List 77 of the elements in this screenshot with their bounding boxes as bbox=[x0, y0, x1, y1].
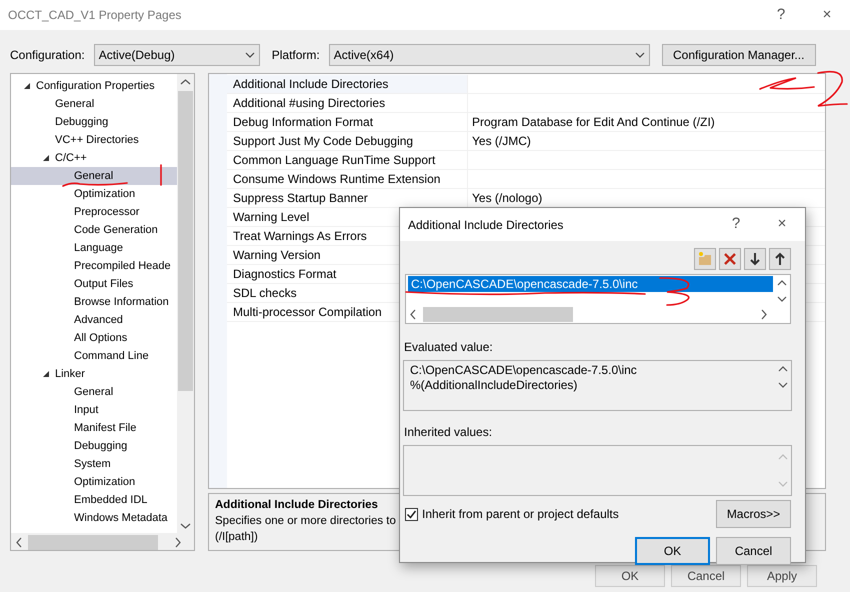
ok-button[interactable]: OK bbox=[635, 537, 710, 565]
delete-button[interactable] bbox=[719, 248, 741, 270]
tree-item[interactable]: Manifest File bbox=[11, 419, 177, 437]
property-name[interactable]: Additional Include Directories bbox=[227, 75, 467, 93]
tree-item[interactable]: Language bbox=[11, 239, 177, 257]
property-value[interactable]: Program Database for Edit And Continue (/ZI) bbox=[472, 115, 715, 129]
tree-item[interactable]: Preprocessor bbox=[11, 203, 177, 221]
configuration-manager-button[interactable]: Configuration Manager... bbox=[662, 44, 816, 66]
platform-dropdown[interactable]: Active(x64) bbox=[328, 44, 650, 66]
description-text: Specifies one or more directories to bbox=[215, 514, 396, 529]
property-name[interactable]: Additional #using Directories bbox=[227, 94, 467, 112]
tree-item[interactable]: Input bbox=[11, 401, 177, 419]
cancel-button[interactable]: Cancel bbox=[716, 537, 791, 565]
inherited-label: Inherited values: bbox=[404, 424, 494, 441]
configuration-label: Configuration: bbox=[10, 47, 85, 64]
tree-item[interactable]: Code Generation bbox=[11, 221, 177, 239]
tree-item[interactable]: General bbox=[11, 167, 177, 185]
move-down-button[interactable] bbox=[744, 248, 766, 270]
close-button[interactable]: × bbox=[804, 2, 850, 28]
evaluated-text: C:\OpenCASCADE\opencascade-7.5.0\inc bbox=[410, 363, 638, 378]
annotation-scribble bbox=[158, 164, 164, 186]
property-value[interactable]: Yes (/JMC) bbox=[472, 134, 531, 148]
tree-item[interactable]: Embedded IDL bbox=[11, 491, 177, 509]
configuration-dropdown[interactable]: Active(Debug) bbox=[94, 44, 260, 66]
window-title: OCCT_CAD_V1 Property Pages bbox=[8, 7, 182, 24]
expand-triangle-icon bbox=[42, 370, 50, 378]
property-name[interactable]: Support Just My Code Debugging bbox=[227, 132, 467, 150]
horizontal-scrollbar[interactable] bbox=[11, 533, 194, 550]
description-text: (/I[path]) bbox=[215, 530, 258, 545]
tree-item[interactable]: General bbox=[11, 383, 177, 401]
tree-item[interactable]: Output Files bbox=[11, 275, 177, 293]
property-name[interactable]: Debug Information Format bbox=[227, 113, 467, 131]
help-button[interactable]: ? bbox=[713, 212, 759, 237]
help-button[interactable]: ? bbox=[758, 2, 804, 28]
tree-item[interactable]: Browse Information bbox=[11, 293, 177, 311]
directory-list[interactable]: C:\OpenCASCADE\opencascade-7.5.0\inc bbox=[405, 274, 791, 324]
tree-item[interactable]: C/C++ bbox=[11, 149, 177, 167]
move-up-button[interactable] bbox=[769, 248, 791, 270]
cancel-button[interactable]: Cancel bbox=[671, 565, 741, 587]
tree-item[interactable]: VC++ Directories bbox=[11, 131, 177, 149]
chevron-down-icon bbox=[634, 50, 645, 60]
tree-item[interactable]: Windows Metadata bbox=[11, 509, 177, 527]
inherit-label: Inherit from parent or project defaults bbox=[422, 506, 619, 523]
macros-button[interactable]: Macros>> bbox=[716, 500, 791, 528]
dialog-title: Additional Include Directories bbox=[408, 216, 564, 234]
expand-triangle-icon bbox=[23, 82, 31, 90]
tree-item[interactable]: Linker bbox=[11, 365, 177, 383]
property-name[interactable]: Common Language RunTime Support bbox=[227, 151, 467, 169]
tree-item[interactable]: General bbox=[11, 95, 177, 113]
tree-item[interactable]: All Options bbox=[11, 329, 177, 347]
platform-label: Platform: bbox=[272, 47, 320, 64]
tree-item[interactable]: System bbox=[11, 455, 177, 473]
tree-item[interactable]: Command Line bbox=[11, 347, 177, 365]
x-icon bbox=[722, 251, 738, 267]
apply-button[interactable]: Apply bbox=[747, 565, 817, 587]
chevron-down-icon bbox=[244, 50, 255, 60]
tree-item[interactable]: Precompiled Heade bbox=[11, 257, 177, 275]
tree-item[interactable]: Optimization bbox=[11, 473, 177, 491]
evaluated-text: %(AdditionalIncludeDirectories) bbox=[410, 378, 578, 393]
vertical-scrollbar[interactable] bbox=[177, 74, 194, 533]
ok-button[interactable]: OK bbox=[595, 565, 665, 587]
annotation-scribble bbox=[62, 180, 128, 188]
evaluated-label: Evaluated value: bbox=[404, 339, 494, 356]
tree-item[interactable]: Debugging bbox=[11, 437, 177, 455]
tree-item[interactable]: Debugging bbox=[11, 113, 177, 131]
description-title: Additional Include Directories bbox=[215, 498, 378, 513]
close-button[interactable]: × bbox=[759, 212, 805, 237]
list-entry[interactable]: C:\OpenCASCADE\opencascade-7.5.0\inc bbox=[408, 276, 773, 292]
tree-item[interactable]: Configuration Properties bbox=[11, 77, 177, 95]
property-value[interactable]: Yes (/nologo) bbox=[472, 191, 542, 205]
inherit-checkbox[interactable] bbox=[405, 508, 418, 520]
expand-triangle-icon bbox=[42, 154, 50, 162]
folder-icon bbox=[697, 251, 713, 267]
tree-item[interactable]: Optimization bbox=[11, 185, 177, 203]
tree-item[interactable]: Advanced bbox=[11, 311, 177, 329]
property-name[interactable]: Suppress Startup Banner bbox=[227, 189, 467, 207]
property-name[interactable]: Consume Windows Runtime Extension bbox=[227, 170, 467, 188]
